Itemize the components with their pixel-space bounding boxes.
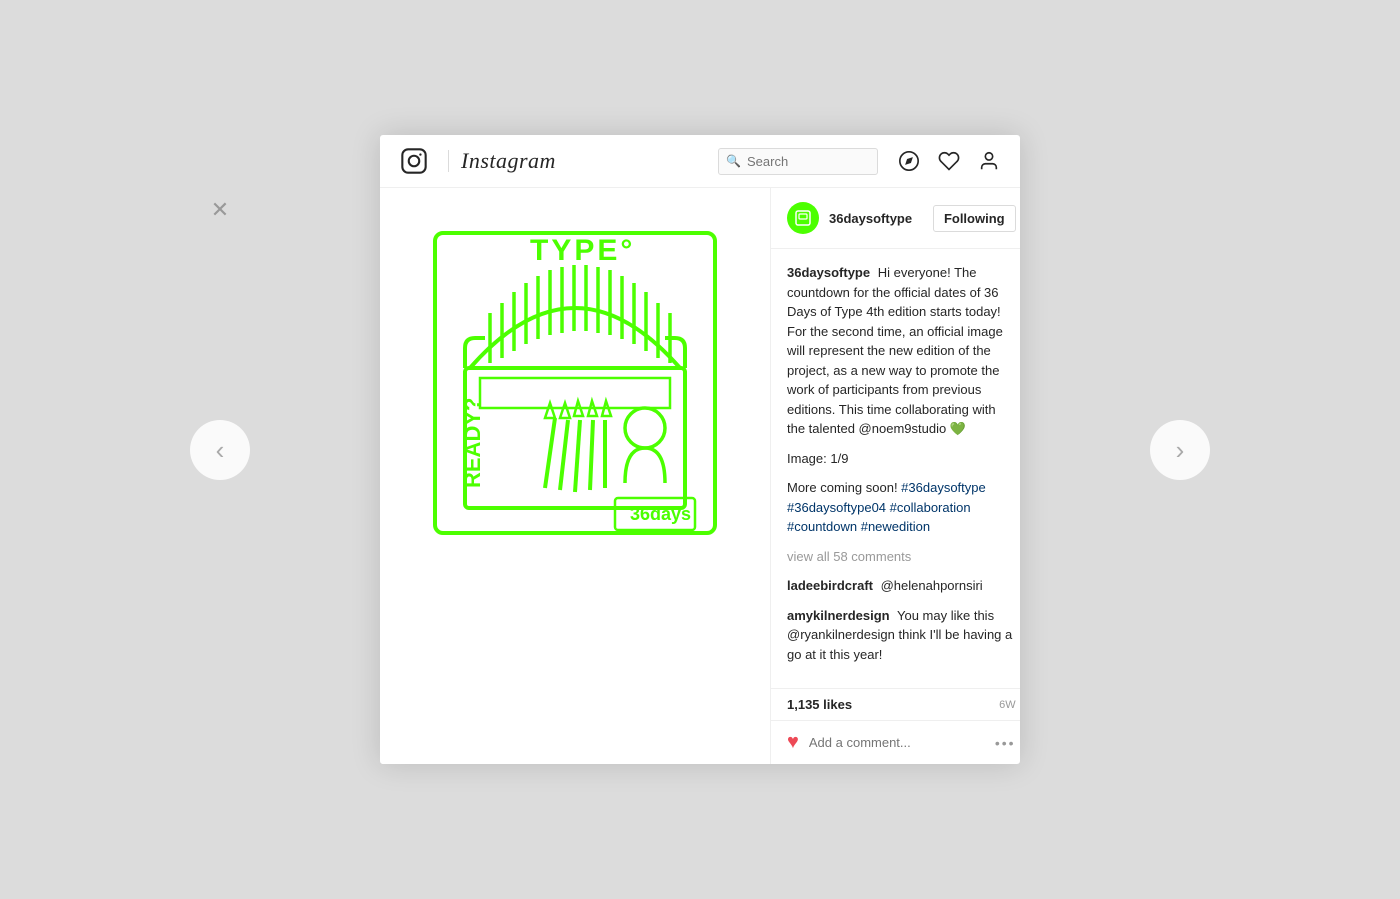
next-icon: › [1176, 437, 1185, 463]
svg-text:TYPE°: TYPE° [530, 234, 635, 267]
close-icon: ✕ [211, 197, 229, 223]
search-icon: 🔍 [726, 154, 741, 168]
avatar [787, 202, 819, 234]
add-comment-row: ♥ ••• [771, 721, 1020, 764]
post-comments-area: 36daysoftype Hi everyone! The countdown … [771, 249, 1020, 689]
avatar-icon [794, 209, 812, 227]
instagram-wordmark: Instagram [461, 148, 556, 174]
profile-icon[interactable] [978, 150, 1000, 172]
following-button[interactable]: Following [933, 205, 1016, 232]
post-image: TYPE° READY? [380, 188, 770, 578]
compass-icon[interactable] [898, 150, 920, 172]
header-divider [448, 150, 449, 172]
more-text: More coming soon! [787, 480, 901, 495]
comment-1-text: @helenahpornsiri [881, 578, 983, 593]
caption-hashtags: More coming soon! #36daysoftype #36dayso… [787, 478, 1016, 537]
caption-text: Hi everyone! The countdown for the offic… [787, 265, 1003, 436]
heart-icon[interactable] [938, 150, 960, 172]
close-button[interactable]: ✕ [200, 190, 240, 230]
comment-1: ladeebirdcraft @helenahpornsiri [787, 576, 1016, 596]
overlay: ✕ ‹ Instagram 🔍 [0, 0, 1400, 899]
post-image-container: TYPE° READY? [380, 188, 770, 578]
likes-count: 1,135 likes [787, 697, 852, 712]
post-info-side: 36daysoftype Following 36daysoftype Hi e… [770, 188, 1020, 764]
post-caption: 36daysoftype Hi everyone! The countdown … [787, 263, 1016, 439]
add-comment-input[interactable] [809, 735, 985, 750]
view-all-comments[interactable]: view all 58 comments [787, 547, 1016, 567]
prev-icon: ‹ [216, 437, 225, 463]
next-arrow[interactable]: › [1150, 420, 1210, 480]
header-search-container: 🔍 [718, 148, 878, 175]
instagram-camera-icon [400, 147, 428, 175]
image-ref-text: Image: 1/9 [787, 451, 848, 466]
heart-button[interactable]: ♥ [787, 731, 799, 754]
more-options[interactable]: ••• [995, 735, 1016, 751]
caption-username[interactable]: 36daysoftype [787, 265, 870, 280]
svg-text:36days: 36days [630, 504, 691, 524]
modal-content: TYPE° READY? [380, 188, 1020, 764]
post-username[interactable]: 36daysoftype [829, 211, 933, 226]
svg-text:READY?: READY? [460, 398, 485, 488]
instagram-modal: Instagram 🔍 [380, 135, 1020, 764]
search-input[interactable] [718, 148, 878, 175]
header-icons [898, 150, 1000, 172]
instagram-header: Instagram 🔍 [380, 135, 1020, 188]
comment-2: amykilnerdesign You may like this @ryank… [787, 606, 1016, 665]
caption-image-ref: Image: 1/9 [787, 449, 1016, 469]
post-header: 36daysoftype Following [771, 188, 1020, 249]
comment-2-username[interactable]: amykilnerdesign [787, 608, 890, 623]
comment-1-username[interactable]: ladeebirdcraft [787, 578, 873, 593]
timestamp: 6w [999, 699, 1016, 711]
modal-container: ✕ ‹ Instagram 🔍 [0, 0, 1400, 899]
likes-row: 1,135 likes 6w [771, 689, 1020, 721]
prev-arrow[interactable]: ‹ [190, 420, 250, 480]
